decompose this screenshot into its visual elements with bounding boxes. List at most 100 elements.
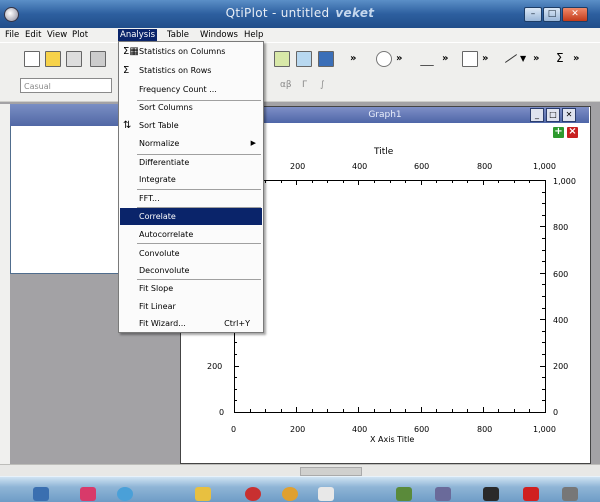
menu-item-normalize[interactable]: Normalize ▶ — [120, 135, 262, 152]
menu-analysis[interactable]: Analysis — [118, 29, 158, 41]
menu-item-sort-table[interactable]: ⇅ Sort Table — [120, 117, 262, 134]
right-axis — [545, 180, 546, 413]
font-combo[interactable]: Casual — [20, 78, 112, 93]
sigma-columns-icon: Σ▦ — [123, 46, 139, 57]
menu-item-fit-slope[interactable]: Fit Slope — [120, 280, 262, 297]
maximize-button[interactable]: □ — [543, 7, 561, 22]
top-tick-label: 600 — [414, 162, 430, 171]
menu-help[interactable]: Help — [242, 29, 265, 41]
x-tick-label: 200 — [290, 425, 306, 434]
axis-tick — [498, 409, 500, 412]
taskbar-app-icon[interactable] — [117, 487, 133, 501]
taskbar-app-icon[interactable] — [195, 487, 211, 501]
axis-tick — [234, 412, 239, 413]
save-icon[interactable] — [318, 51, 334, 67]
menu-edit[interactable]: Edit — [23, 29, 43, 41]
axis-tick — [542, 330, 545, 332]
taskbar-app-icon[interactable] — [33, 487, 49, 501]
taskbar-app-icon[interactable] — [318, 487, 334, 501]
undo-icon[interactable] — [376, 51, 392, 67]
greek-uppercase-button[interactable]: Γ — [302, 80, 307, 90]
menu-plot[interactable]: Plot — [70, 29, 90, 41]
graph-maximize-button[interactable]: □ — [546, 108, 560, 122]
menu-table[interactable]: Table — [165, 29, 191, 41]
menu-item-deconvolute[interactable]: Deconvolute — [120, 262, 262, 279]
axis-tick — [280, 180, 282, 183]
axis-tick — [358, 407, 360, 412]
axis-tick — [373, 180, 375, 183]
taskbar-app-icon[interactable] — [245, 487, 261, 501]
axis-tick — [265, 409, 267, 412]
toolbar-more-icon[interactable]: » — [573, 53, 579, 64]
menu-item-sort-columns[interactable]: Sort Columns — [120, 99, 262, 116]
menu-item-fit-wizard[interactable]: Fit Wizard... Ctrl+Y — [120, 315, 262, 332]
toolbar-more-icon[interactable]: » — [533, 53, 539, 64]
axis-tick — [436, 409, 438, 412]
menu-item-convolute[interactable]: Convolute — [120, 245, 262, 262]
new-file-icon[interactable] — [24, 51, 40, 67]
align-icon[interactable] — [420, 51, 434, 66]
graph-title[interactable]: Title — [374, 147, 393, 157]
menu-windows[interactable]: Windows — [198, 29, 240, 41]
open-folder-icon[interactable] — [45, 51, 61, 67]
close-button[interactable]: ✕ — [562, 7, 588, 22]
menu-item-differentiate[interactable]: Differentiate — [120, 154, 262, 171]
axis-tick — [540, 412, 545, 413]
axis-tick — [389, 180, 391, 183]
graph-icon[interactable] — [296, 51, 312, 67]
x-axis-title[interactable]: X Axis Title — [370, 435, 414, 444]
axis-tick — [265, 180, 267, 183]
right-tick-label: 400 — [553, 316, 569, 325]
axis-tick — [542, 191, 545, 193]
taskbar-app-icon[interactable] — [396, 487, 412, 501]
axis-tick — [542, 354, 545, 355]
new-matrix-icon[interactable] — [90, 51, 106, 67]
axis-tick — [342, 409, 344, 412]
axis-tick — [482, 407, 484, 412]
taskbar-app-icon[interactable] — [483, 487, 499, 501]
right-tick-label: 0 — [553, 408, 559, 417]
axis-tick — [540, 365, 545, 367]
toolbar-more-icon[interactable]: » — [350, 53, 356, 64]
menu-item-correlate[interactable]: Correlate — [120, 208, 262, 225]
taskbar-app-icon[interactable] — [435, 487, 451, 501]
shortcut-label: Ctrl+Y — [224, 319, 250, 328]
menu-item-fit-linear[interactable]: Fit Linear — [120, 298, 262, 315]
note-icon[interactable] — [274, 51, 290, 67]
taskbar-app-icon[interactable] — [80, 487, 96, 501]
toolbar-more-icon[interactable]: » — [442, 53, 448, 64]
toolbar-more-icon[interactable]: » — [396, 53, 402, 64]
axis-tick — [451, 409, 453, 412]
top-tick-label: 400 — [352, 162, 368, 171]
menu-view[interactable]: View — [45, 29, 69, 41]
menu-file[interactable]: File — [3, 29, 21, 41]
line-tool-icon[interactable] — [504, 54, 518, 63]
graph-close-button[interactable]: ✕ — [562, 108, 576, 122]
menu-item-autocorrelate[interactable]: Autocorrelate — [120, 226, 262, 243]
taskbar-app-icon[interactable] — [562, 487, 578, 501]
layer-icon[interactable] — [462, 51, 478, 67]
menu-item-fft[interactable]: FFT... — [120, 190, 262, 207]
project-explorer — [10, 104, 122, 274]
axis-tick — [373, 409, 375, 412]
right-tick-label: 1,000 — [553, 177, 576, 186]
taskbar-app-icon[interactable] — [523, 487, 539, 501]
graph-minimize-button[interactable]: _ — [530, 108, 544, 122]
menu-item-statistics-columns[interactable]: Σ▦ Statistics on Columns — [120, 43, 262, 60]
menu-item-statistics-rows[interactable]: Σ Statistics on Rows — [120, 62, 262, 79]
axis-tick — [358, 180, 360, 185]
menu-item-integrate[interactable]: Integrate — [120, 171, 262, 188]
sigma-icon[interactable]: Σ — [556, 51, 564, 65]
math-symbols-button[interactable]: ∫ — [320, 80, 325, 90]
chevron-down-icon[interactable]: ▼ — [520, 54, 526, 63]
taskbar-app-icon[interactable] — [282, 487, 298, 501]
scrollbar-thumb[interactable] — [300, 467, 362, 476]
menu-item-frequency-count[interactable]: Frequency Count ... — [120, 81, 262, 98]
minimize-button[interactable]: – — [524, 7, 542, 22]
remove-layer-icon[interactable]: × — [567, 127, 578, 138]
add-layer-icon[interactable]: + — [553, 127, 564, 138]
greek-lowercase-button[interactable]: αβ — [280, 80, 292, 90]
toolbar-more-icon[interactable]: » — [482, 53, 488, 64]
menu-separator — [137, 243, 261, 244]
new-table-icon[interactable] — [66, 51, 82, 67]
